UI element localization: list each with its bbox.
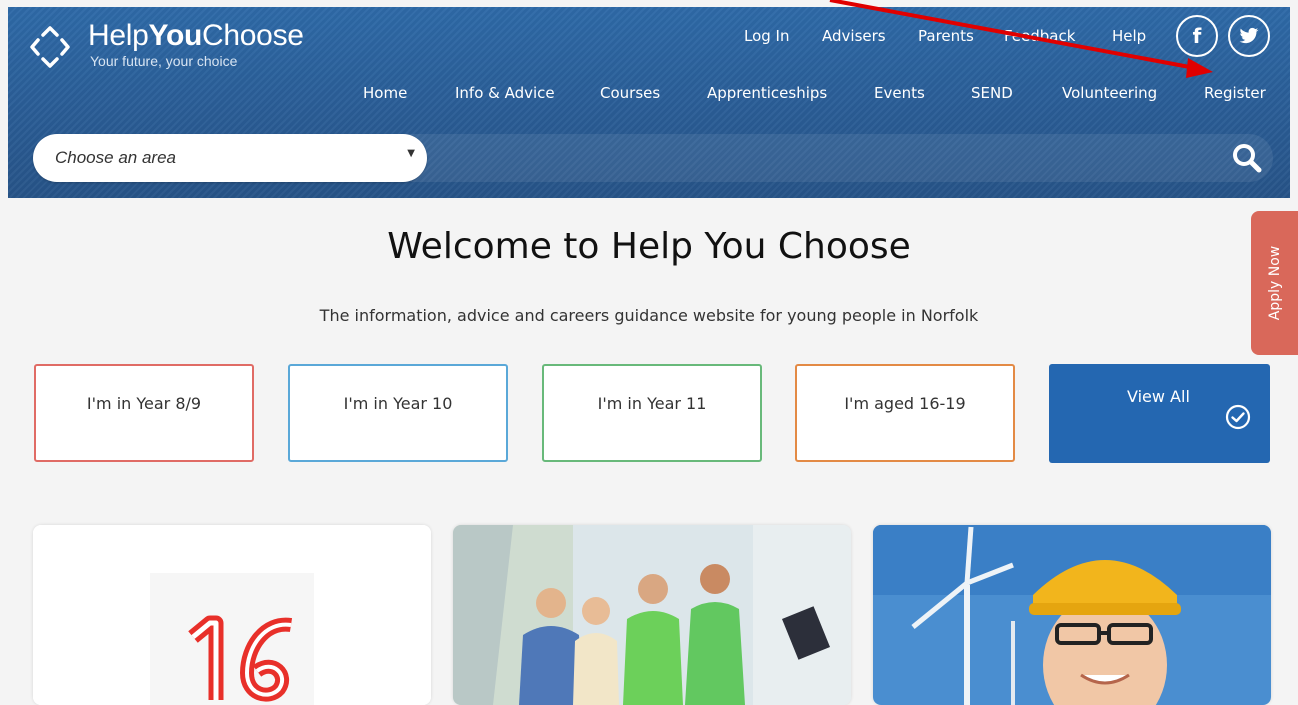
nav-volunteering[interactable]: Volunteering bbox=[1062, 84, 1157, 102]
page-subtitle: The information, advice and careers guid… bbox=[319, 306, 979, 325]
nav-home[interactable]: Home bbox=[363, 84, 407, 102]
brand-tagline: Your future, your choice bbox=[90, 53, 238, 69]
nav-apprenticeships[interactable]: Apprenticeships bbox=[707, 84, 827, 102]
nav-info-advice[interactable]: Info & Advice bbox=[455, 84, 555, 102]
nav-register[interactable]: Register bbox=[1204, 84, 1266, 102]
view-all-label: View All bbox=[1127, 387, 1190, 406]
twitter-bird-icon bbox=[1239, 27, 1259, 44]
search-icon[interactable] bbox=[1231, 142, 1263, 174]
logo[interactable]: HelpYouChoose Your future, your choice bbox=[30, 17, 330, 77]
help-link[interactable]: Help bbox=[1112, 27, 1146, 45]
aged-16-19-card[interactable]: I'm aged 16-19 bbox=[795, 364, 1015, 462]
year-8-9-card[interactable]: I'm in Year 8/9 bbox=[34, 364, 254, 462]
chevron-down-icon: ▼ bbox=[407, 148, 415, 159]
feature-card-turning-16[interactable] bbox=[33, 525, 431, 705]
nav-courses[interactable]: Courses bbox=[600, 84, 660, 102]
parents-link[interactable]: Parents bbox=[918, 27, 974, 45]
year-11-card[interactable]: I'm in Year 11 bbox=[542, 364, 762, 462]
feature-card-engineer[interactable] bbox=[873, 525, 1271, 705]
logo-diamond-icon bbox=[30, 26, 70, 68]
nav-events[interactable]: Events bbox=[874, 84, 925, 102]
facebook-icon[interactable]: f bbox=[1176, 15, 1218, 57]
students-photo-image bbox=[453, 525, 851, 705]
nav-send[interactable]: SEND bbox=[971, 84, 1013, 102]
feature-card-students[interactable] bbox=[453, 525, 851, 705]
year-10-card[interactable]: I'm in Year 10 bbox=[288, 364, 508, 462]
check-circle-icon bbox=[1225, 404, 1251, 430]
page-title: Welcome to Help You Choose bbox=[387, 226, 911, 267]
year-card-label: I'm in Year 10 bbox=[343, 394, 453, 413]
twitter-icon[interactable] bbox=[1228, 15, 1270, 57]
year-card-label: I'm in Year 8/9 bbox=[86, 394, 202, 413]
area-select-placeholder: Choose an area bbox=[55, 148, 176, 167]
brand-name: HelpYouChoose bbox=[88, 19, 304, 52]
engineer-photo-image bbox=[873, 525, 1271, 705]
area-select[interactable]: Choose an area ▼ bbox=[33, 134, 427, 182]
year-card-label: I'm in Year 11 bbox=[597, 394, 707, 413]
advisers-link[interactable]: Advisers bbox=[822, 27, 886, 45]
feedback-link[interactable]: Feedback bbox=[1004, 27, 1075, 45]
candle-16-image bbox=[33, 525, 431, 705]
search-bar: Choose an area ▼ bbox=[33, 134, 1273, 182]
view-all-button[interactable]: View All bbox=[1049, 364, 1270, 463]
login-link[interactable]: Log In bbox=[744, 27, 790, 45]
year-card-label: I'm aged 16-19 bbox=[844, 394, 966, 413]
site-header: HelpYouChoose Your future, your choice L… bbox=[8, 7, 1290, 198]
